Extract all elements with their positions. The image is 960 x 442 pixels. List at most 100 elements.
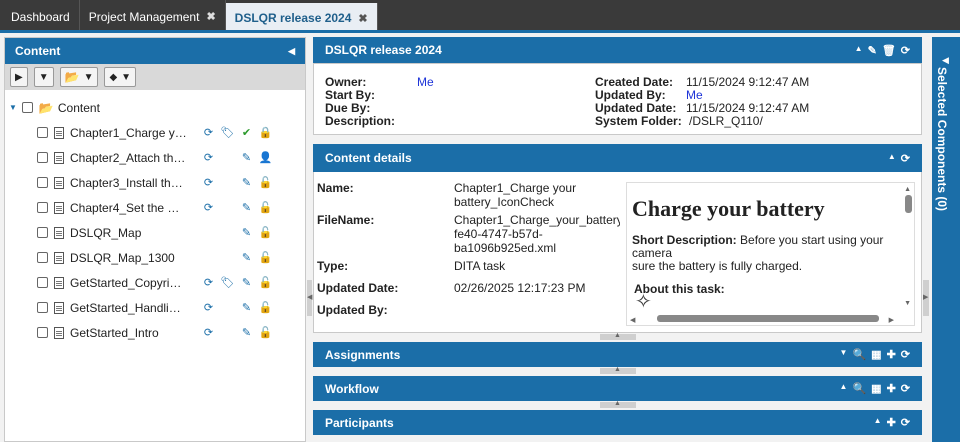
checkbox[interactable]: [37, 302, 48, 313]
owner-value[interactable]: Me: [417, 76, 434, 89]
expand-icon[interactable]: ▼: [840, 348, 848, 361]
icon-placeholder: [218, 226, 237, 239]
refresh-icon[interactable]: ⟳: [199, 151, 218, 164]
edit-icon[interactable]: ✎: [237, 326, 256, 339]
unlock-icon[interactable]: 🔓: [256, 176, 275, 189]
refresh-icon[interactable]: ⟳: [901, 382, 910, 395]
collapse-icon[interactable]: ▲: [888, 152, 896, 165]
zoom-icon[interactable]: 🔍: [852, 382, 866, 395]
caret-down-icon[interactable]: ▼: [9, 103, 17, 112]
refresh-icon[interactable]: ⟳: [199, 176, 218, 189]
checkbox[interactable]: [37, 177, 48, 188]
tab-dashboard[interactable]: Dashboard: [2, 0, 80, 33]
edit-icon[interactable]: ✎: [237, 151, 256, 164]
folder-menu-button[interactable]: 📂 ▼: [59, 67, 99, 87]
tree-item[interactable]: GetStarted_Copyrights ⟳ 🏷 ✎ 🔓: [5, 270, 305, 295]
unlock-icon[interactable]: 🔓: [256, 226, 275, 239]
resize-grip[interactable]: ▲: [600, 366, 636, 374]
tree-root[interactable]: ▼ 📂 Content: [5, 95, 305, 120]
tab-dslqr-release[interactable]: DSLQR release 2024 ✖: [225, 3, 378, 33]
edit-icon[interactable]: ✎: [237, 176, 256, 189]
refresh-icon[interactable]: ⟳: [901, 44, 910, 57]
horizontal-scrollbar[interactable]: [657, 315, 879, 322]
resize-grip[interactable]: ▲: [600, 400, 636, 408]
trash-icon[interactable]: 🗑: [882, 44, 896, 57]
vertical-scrollbar[interactable]: [905, 195, 912, 213]
unlock-icon[interactable]: 🔓: [256, 251, 275, 264]
add-icon[interactable]: ✚: [887, 382, 896, 395]
unlock-icon[interactable]: 🔓: [256, 326, 275, 339]
tree-item[interactable]: DSLQR_Map_1300 ✎ 🔓: [5, 245, 305, 270]
close-icon[interactable]: ✖: [358, 12, 367, 25]
edit-icon[interactable]: ✎: [237, 201, 256, 214]
tree-item[interactable]: Chapter4_Set the Dat... ⟳ ✎ 🔓: [5, 195, 305, 220]
lock-icon[interactable]: 🔒: [256, 126, 275, 139]
user-icon[interactable]: 👤: [256, 151, 275, 164]
edit-icon[interactable]: ✎: [237, 276, 256, 289]
checkbox[interactable]: [37, 127, 48, 138]
scroll-left-icon[interactable]: ◀: [630, 316, 635, 324]
updated-by-label: Updated By:: [317, 303, 388, 317]
refresh-icon[interactable]: ⟳: [199, 126, 218, 139]
tree-item[interactable]: GetStarted_Intro ⟳ ✎ 🔓: [5, 320, 305, 345]
scroll-down-icon[interactable]: ▼: [904, 299, 911, 307]
edit-icon[interactable]: ✎: [237, 251, 256, 264]
refresh-icon[interactable]: ⟳: [199, 201, 218, 214]
edit-icon[interactable]: ✎: [237, 301, 256, 314]
tree-item[interactable]: Chapter2_Attach the s... ⟳ ✎ 👤: [5, 145, 305, 170]
close-icon[interactable]: ✖: [206, 10, 215, 23]
tree-item[interactable]: GetStarted_Handling ... ⟳ ✎ 🔓: [5, 295, 305, 320]
document-icon: [54, 301, 64, 314]
tag-icon[interactable]: 🏷: [218, 276, 237, 289]
resize-grip[interactable]: ▲: [600, 332, 636, 340]
unlock-icon[interactable]: 🔓: [256, 276, 275, 289]
participants-header[interactable]: Participants ▲ ✚ ⟳: [313, 410, 922, 435]
collapse-icon[interactable]: ▲: [874, 416, 882, 429]
left-splitter[interactable]: ◀: [307, 280, 312, 316]
content-preview[interactable]: Charge your battery Short Description: B…: [626, 182, 915, 326]
checkbox[interactable]: [21, 102, 33, 113]
component-menu-button[interactable]: ◆ ▼: [104, 67, 137, 87]
tree-item[interactable]: Chapter1_Charge you... ⟳ 🏷 ✔ 🔒: [5, 120, 305, 145]
tag-icon[interactable]: 🏷: [218, 126, 237, 139]
refresh-icon[interactable]: ⟳: [901, 416, 910, 429]
workflow-header[interactable]: Workflow ▲ 🔍 ▦ ✚ ⟳: [313, 376, 922, 401]
selected-components-panel[interactable]: ◀ Selected Components (0): [932, 37, 960, 442]
add-icon[interactable]: ✚: [887, 348, 896, 361]
checkbox[interactable]: [37, 327, 48, 338]
edit-icon[interactable]: ✎: [868, 44, 877, 57]
scroll-right-icon[interactable]: ▶: [889, 316, 894, 324]
filename-value-line1: Chapter1_Charge_your_battery_Ic: [454, 213, 620, 227]
expand-right-panel-icon[interactable]: ◀: [942, 55, 949, 66]
preview-splitter[interactable]: ▶: [923, 280, 929, 316]
checkbox[interactable]: [37, 252, 48, 263]
zoom-icon[interactable]: 🔍: [852, 348, 866, 361]
refresh-icon[interactable]: ⟳: [199, 326, 218, 339]
collapse-icon[interactable]: ▲: [840, 382, 848, 395]
refresh-icon[interactable]: ⟳: [199, 301, 218, 314]
unlock-icon[interactable]: 🔓: [256, 201, 275, 214]
scroll-up-icon[interactable]: ▲: [904, 185, 911, 193]
edit-icon[interactable]: ✎: [237, 226, 256, 239]
assignments-header[interactable]: Assignments ▼ 🔍 ▦ ✚ ⟳: [313, 342, 922, 367]
checkbox[interactable]: [37, 152, 48, 163]
refresh-icon[interactable]: ⟳: [901, 348, 910, 361]
tab-project-management[interactable]: Project Management ✖: [79, 0, 226, 33]
refresh-icon[interactable]: ⟳: [199, 276, 218, 289]
add-icon[interactable]: ✚: [887, 416, 896, 429]
checkmark-icon[interactable]: ✔: [237, 126, 256, 139]
table-icon[interactable]: ▦: [871, 382, 881, 395]
unlock-icon[interactable]: 🔓: [256, 301, 275, 314]
checkbox[interactable]: [37, 277, 48, 288]
tree-item[interactable]: DSLQR_Map ✎ 🔓: [5, 220, 305, 245]
tree-item[interactable]: Chapter3_Install the b... ⟳ ✎ 🔓: [5, 170, 305, 195]
table-icon[interactable]: ▦: [871, 348, 881, 361]
checkbox[interactable]: [37, 227, 48, 238]
checkbox[interactable]: [37, 202, 48, 213]
collapse-icon[interactable]: ▲: [855, 44, 863, 57]
collapse-left-icon[interactable]: ◀: [288, 46, 295, 57]
expand-all-button[interactable]: ▶: [10, 67, 28, 87]
tab-underline: [0, 30, 960, 33]
refresh-icon[interactable]: ⟳: [901, 152, 910, 165]
collapse-all-button[interactable]: ▼: [33, 67, 54, 87]
